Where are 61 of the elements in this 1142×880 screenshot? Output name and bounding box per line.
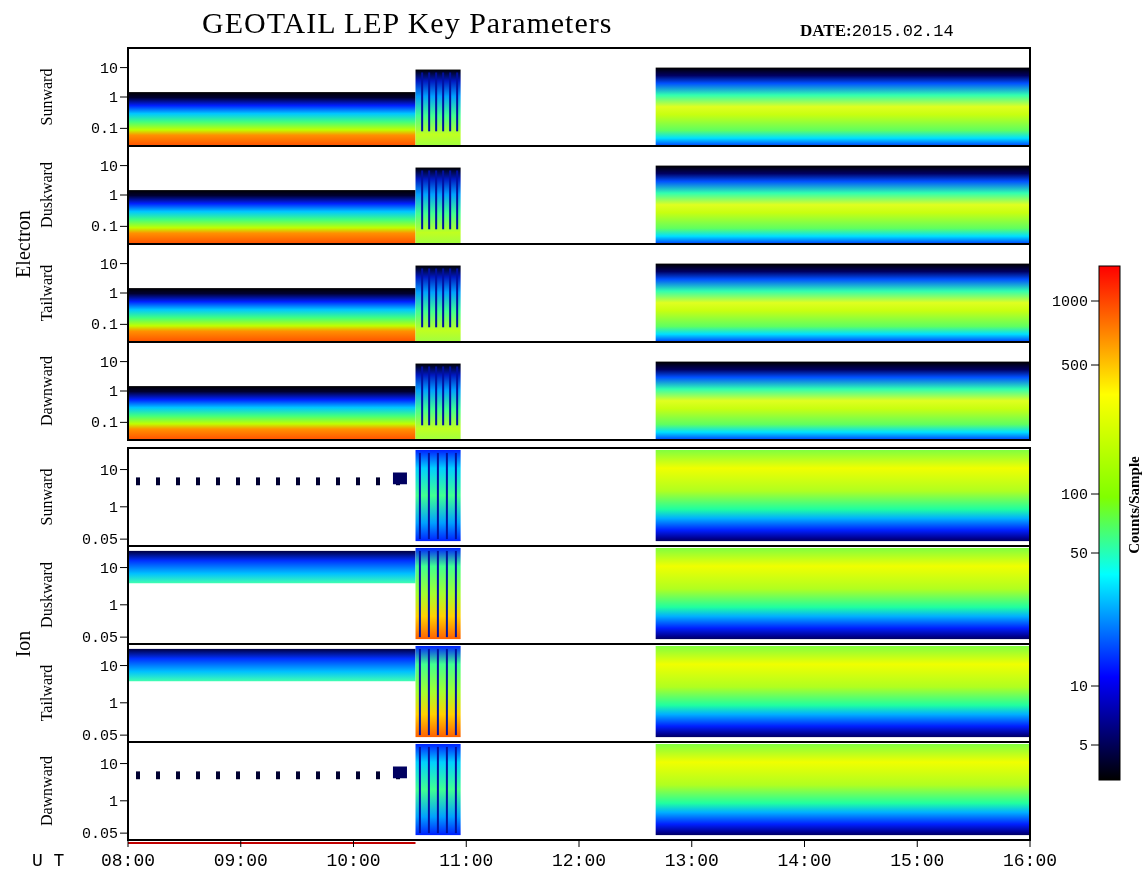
y-tick-label: 0.1 [91,121,118,139]
colorbar-tick-label: 1000 [1052,294,1088,311]
y-axis-ticks [119,67,129,129]
y-tick-label: 0.05 [82,630,118,648]
y-tick-label: 1 [109,695,118,713]
panel-label: Sunward [38,68,55,126]
y-axis-ticks [119,469,129,540]
panel-label: Tailward [38,664,55,722]
panel-label: Tailward [38,264,55,322]
y-tick-label: 0.05 [82,532,118,550]
y-tick-label: 1 [109,597,118,615]
plot-title: GEOTAIL LEP Key Parameters [202,8,613,38]
y-tick-label: 1 [109,499,118,517]
colorbar-tick-label: 500 [1061,358,1088,375]
x-tick-label: 12:00 [552,851,606,871]
y-tick-label: 1 [109,90,118,107]
colorbar-tick-label: 50 [1070,546,1088,563]
y-tick-label: 1 [109,188,118,205]
y-tick-label: 0.1 [91,415,118,433]
y-tick-label: 0.05 [82,728,118,746]
y-axis-ticks [119,567,129,638]
y-tick-label: 0.1 [91,219,118,237]
y-tick-label: 10 [100,658,118,676]
x-tick-label: 15:00 [890,851,945,871]
colorbar-tick-label: 100 [1061,487,1088,504]
y-tick-label: 1 [109,384,118,401]
y-tick-label: 10 [100,256,118,274]
y-tick-label: 10 [100,158,118,176]
x-tick-label: 14:00 [777,851,832,871]
x-tick-label: 16:00 [1003,851,1057,871]
y-tick-label: 0.1 [91,317,118,335]
y-axis-ticks [119,665,129,736]
y-tick-label: 10 [100,354,118,372]
colorbar-tick-label: 5 [1079,738,1088,755]
panel-label: Dawnward [38,355,55,427]
y-tick-label: 10 [100,560,118,578]
y-tick-label: 1 [109,286,118,303]
x-tick-label: 13:00 [664,851,719,871]
panel-label: Dawnward [38,755,55,827]
group-label: Ion [12,630,34,658]
panel-label: Duskward [38,162,55,228]
y-axis-ticks [119,263,129,325]
x-tick-label: 11:00 [439,851,494,871]
group-label: Electron [12,210,34,278]
x-tick-label: 10:00 [326,851,381,871]
y-tick-label: 0.05 [82,826,118,844]
x-tick-label: 09:00 [213,851,268,871]
y-axis-ticks [119,165,129,227]
y-axis-ticks [119,763,129,834]
x-tick-label: 08:00 [101,851,155,871]
colorbar-tick-label: 10 [1070,679,1088,696]
y-tick-label: 10 [100,756,118,774]
y-tick-label: 10 [100,462,118,480]
x-axis-label: U T [32,851,65,871]
y-tick-label: 10 [100,60,118,78]
panel-label: Duskward [38,562,55,628]
y-tick-label: 1 [109,793,118,811]
y-axis-ticks [119,361,129,423]
panel-label: Sunward [38,468,55,526]
colorbar-title: Counts/Sample [1126,456,1142,554]
date-label: DATE:2015.02.14 [800,22,954,40]
